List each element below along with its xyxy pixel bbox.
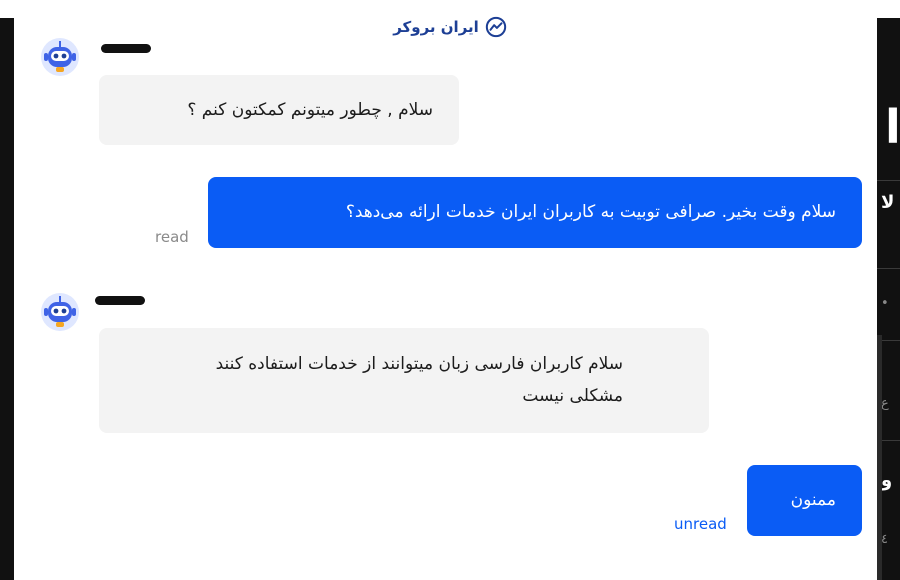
- left-edge-panel: [0, 0, 14, 580]
- agent-name-redacted: [101, 44, 151, 53]
- message-text: سلام , چطور میتونم کمکتون کنم ؟: [187, 100, 433, 120]
- background-site-panel: l ﻻ • ع و ٤: [877, 0, 900, 580]
- agent-avatar: [40, 292, 80, 332]
- agent-name-redacted: [95, 296, 145, 305]
- chat-window: l ﻻ • ع و ٤ ایران بروکر سلام , چطور میتو…: [0, 0, 900, 580]
- user-message-bubble: ممنون: [747, 465, 862, 536]
- message-text: سلام وقت بخیر. صرافی توبیت به کاربران ای…: [345, 202, 836, 222]
- robot-avatar-icon: [41, 38, 79, 76]
- unread-status: unread: [674, 515, 727, 533]
- user-message-bubble: سلام وقت بخیر. صرافی توبیت به کاربران ای…: [208, 177, 862, 248]
- read-status: read: [155, 228, 189, 246]
- message-text: ممنون: [790, 490, 836, 510]
- agent-avatar: [40, 37, 80, 77]
- brand-name: ایران بروکر: [393, 18, 479, 36]
- agent-message-bubble: سلام , چطور میتونم کمکتون کنم ؟: [99, 75, 459, 145]
- brand-header: ایران بروکر: [380, 14, 520, 40]
- agent-message-bubble: سلام کاربران فارسی زبان میتوانند از خدما…: [99, 328, 709, 433]
- message-text-line: سلام کاربران فارسی زبان میتوانند از خدما…: [215, 354, 623, 374]
- message-text-line: مشکلی نیست: [522, 386, 623, 406]
- trend-chart-icon: [485, 16, 506, 38]
- robot-avatar-icon: [41, 293, 79, 331]
